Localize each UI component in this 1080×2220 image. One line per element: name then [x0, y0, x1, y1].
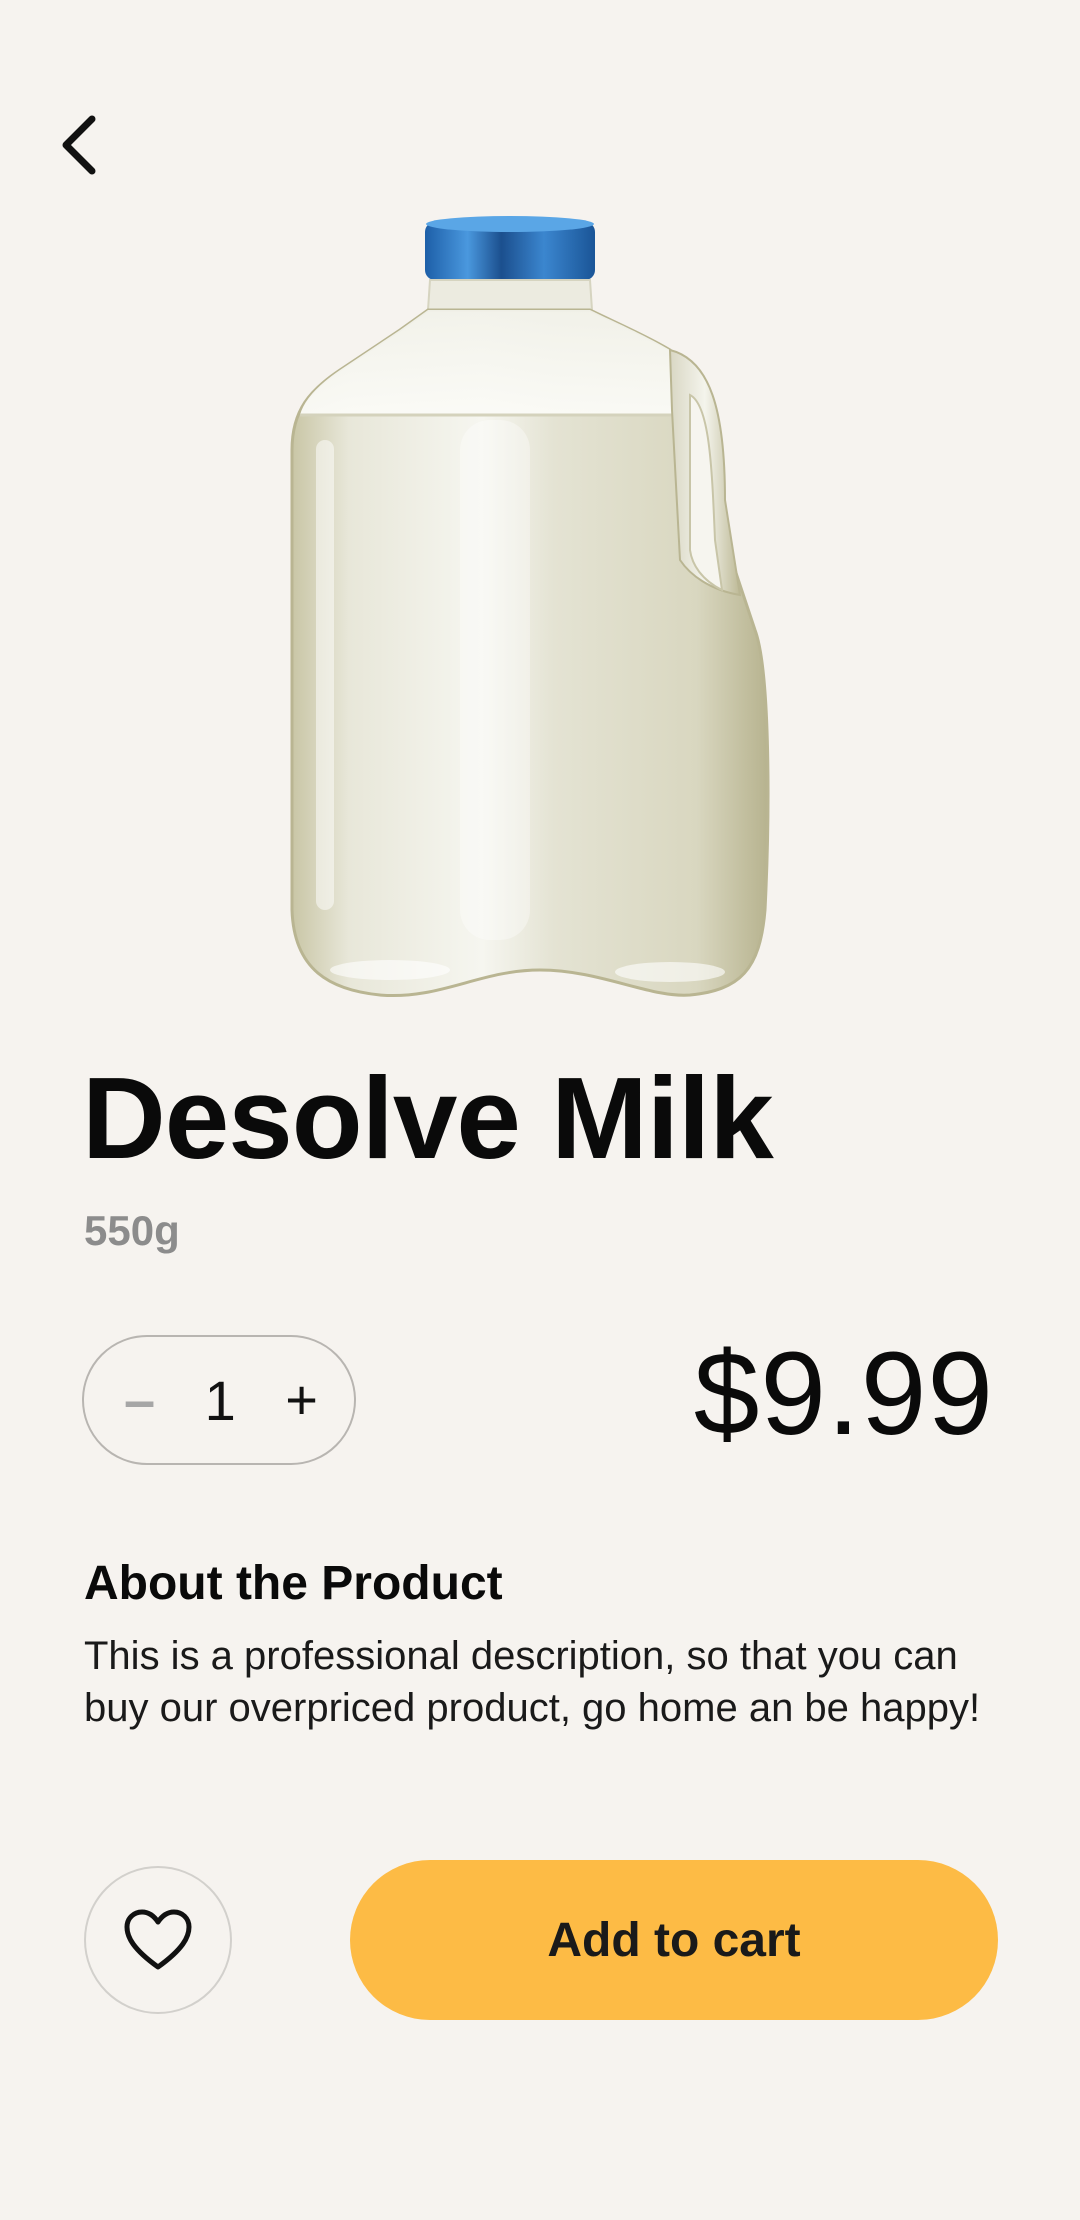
quantity-stepper: – 1 +: [82, 1335, 356, 1465]
favorite-button[interactable]: [84, 1866, 232, 2014]
product-weight: 550g: [84, 1207, 180, 1254]
chevron-left-icon: [62, 115, 96, 175]
decrease-quantity-button[interactable]: –: [124, 1372, 155, 1428]
milk-jug-image: [290, 216, 770, 998]
product-title: Desolve Milk: [82, 1053, 774, 1183]
quantity-value: 1: [204, 1368, 236, 1432]
back-button[interactable]: [50, 105, 110, 185]
product-price: $9.99: [693, 1328, 994, 1460]
heart-icon: [124, 1909, 192, 1970]
increase-quantity-button[interactable]: +: [285, 1372, 318, 1428]
about-heading: About the Product: [84, 1557, 503, 1610]
about-description: This is a professional description, so t…: [84, 1634, 981, 1730]
add-to-cart-button[interactable]: Add to cart: [350, 1860, 998, 2020]
